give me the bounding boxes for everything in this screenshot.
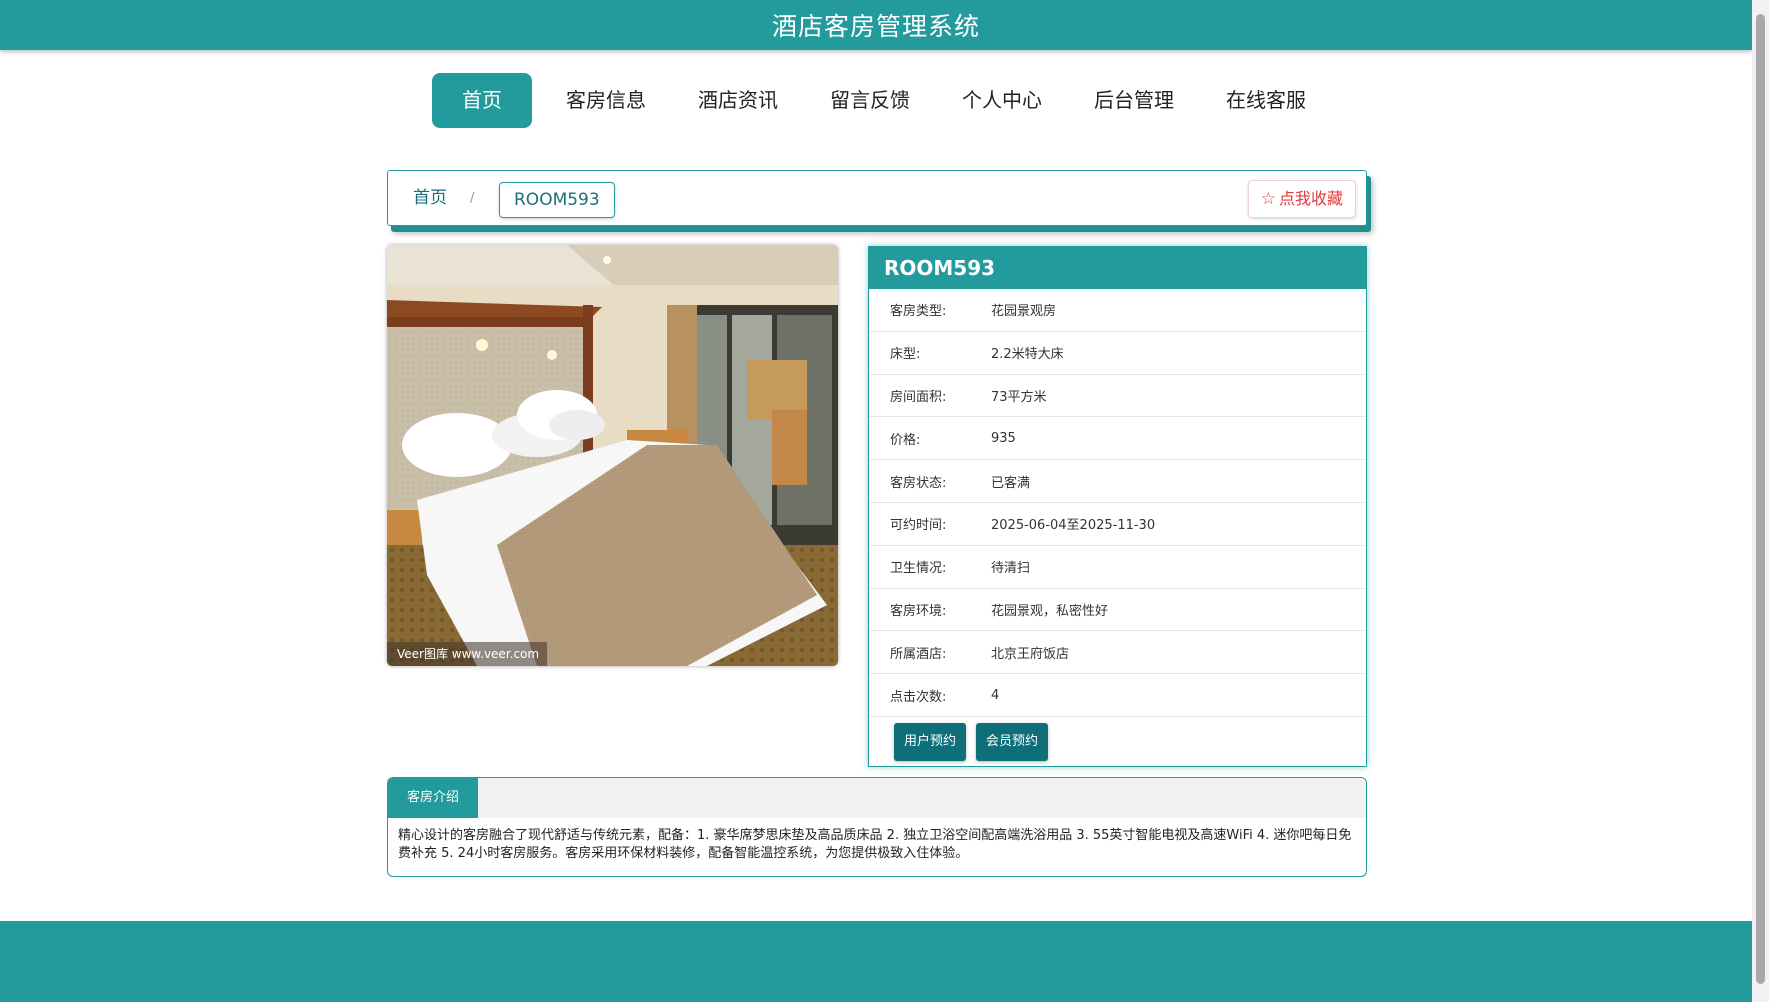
info-label: 价格: xyxy=(890,432,921,448)
info-value: 73平方米 xyxy=(991,389,1047,405)
info-label: 可约时间: xyxy=(890,518,947,534)
info-value: 935 xyxy=(991,430,1016,446)
info-row: 客房状态: 已客满 xyxy=(869,460,1366,503)
scrollbar-thumb[interactable] xyxy=(1756,14,1765,984)
breadcrumb-separator: / xyxy=(470,191,475,206)
info-label: 客房状态: xyxy=(890,475,947,491)
info-value: 待清扫 xyxy=(991,561,1031,577)
info-row: 客房环境: 花园景观，私密性好 xyxy=(869,589,1366,632)
info-value: 已客满 xyxy=(991,475,1031,491)
info-value: 2025-06-04至2025-11-30 xyxy=(991,518,1156,534)
info-row: 可约时间: 2025-06-04至2025-11-30 xyxy=(869,503,1366,546)
star-outline-icon: ☆ xyxy=(1260,189,1276,209)
info-label: 所属酒店: xyxy=(890,646,947,662)
nav-item-rooms[interactable]: 客房信息 xyxy=(540,73,672,128)
header-bar: 酒店客房管理系统 xyxy=(0,0,1752,50)
info-value: 4 xyxy=(991,687,1000,703)
info-value: 北京王府饭店 xyxy=(991,646,1070,662)
nav-item-admin[interactable]: 后台管理 xyxy=(1068,73,1200,128)
info-row: 房间面积: 73平方米 xyxy=(869,375,1366,418)
main-nav: 首页 客房信息 酒店资讯 留言反馈 个人中心 后台管理 在线客服 xyxy=(432,73,1332,128)
info-row: 客房类型: 花园景观房 xyxy=(869,289,1366,332)
info-label: 床型: xyxy=(890,347,921,363)
info-row: 床型: 2.2米特大床 xyxy=(869,332,1366,375)
photo-watermark: Veer图库 www.veer.com xyxy=(387,642,548,666)
info-row: 所属酒店: 北京王府饭店 xyxy=(869,631,1366,675)
info-value: 花园景观房 xyxy=(991,304,1057,320)
info-label: 点击次数: xyxy=(890,689,947,705)
info-row: 卫生情况: 待清扫 xyxy=(869,546,1366,589)
room-intro-panel: 客房介绍 精心设计的客房融合了现代舒适与传统元素，配备：1. 豪华席梦思床垫及高… xyxy=(387,777,1367,877)
breadcrumb-home-link[interactable]: 首页 xyxy=(413,171,447,225)
room-intro-text: 精心设计的客房融合了现代舒适与传统元素，配备：1. 豪华席梦思床垫及高品质床品 … xyxy=(398,828,1352,861)
info-row: 价格: 935 xyxy=(869,417,1366,461)
breadcrumb: 首页 / ROOM593 ☆ 点我收藏 xyxy=(387,170,1367,226)
room-info-panel: ROOM593 客房类型: 花园景观房 床型: 2.2米特大床 房间面积: 73平方米… xyxy=(868,246,1367,767)
info-label: 客房环境: xyxy=(890,603,947,619)
info-row: 点击次数: 4 xyxy=(869,674,1366,717)
info-label: 卫生情况: xyxy=(890,561,947,577)
nav-item-personal-center[interactable]: 个人中心 xyxy=(936,73,1068,128)
room-title: ROOM593 xyxy=(869,247,1366,289)
intro-tab-bar: 客房介绍 xyxy=(388,778,1366,818)
info-label: 房间面积: xyxy=(890,389,947,405)
info-value: 花园景观，私密性好 xyxy=(991,603,1109,619)
info-label: 客房类型: xyxy=(890,304,947,320)
favorite-button[interactable]: ☆ 点我收藏 xyxy=(1247,180,1356,218)
breadcrumb-current: ROOM593 xyxy=(499,182,615,218)
nav-item-hotel-news[interactable]: 酒店资讯 xyxy=(672,73,804,128)
nav-item-home[interactable]: 首页 xyxy=(432,73,532,128)
booking-actions: 用户预约 会员预约 xyxy=(869,717,1366,761)
member-booking-button[interactable]: 会员预约 xyxy=(976,722,1049,761)
footer-bar xyxy=(0,921,1752,1002)
user-booking-button[interactable]: 用户预约 xyxy=(894,722,967,761)
info-value: 2.2米特大床 xyxy=(991,347,1064,363)
room-photo: Veer图库 www.veer.com xyxy=(387,245,838,666)
tab-room-intro[interactable]: 客房介绍 xyxy=(388,778,479,818)
vertical-scrollbar[interactable] xyxy=(1752,0,1769,1002)
site-title: 酒店客房管理系统 xyxy=(771,12,980,41)
favorite-label: 点我收藏 xyxy=(1278,189,1343,208)
nav-item-customer-service[interactable]: 在线客服 xyxy=(1200,73,1332,128)
nav-item-feedback[interactable]: 留言反馈 xyxy=(804,73,936,128)
